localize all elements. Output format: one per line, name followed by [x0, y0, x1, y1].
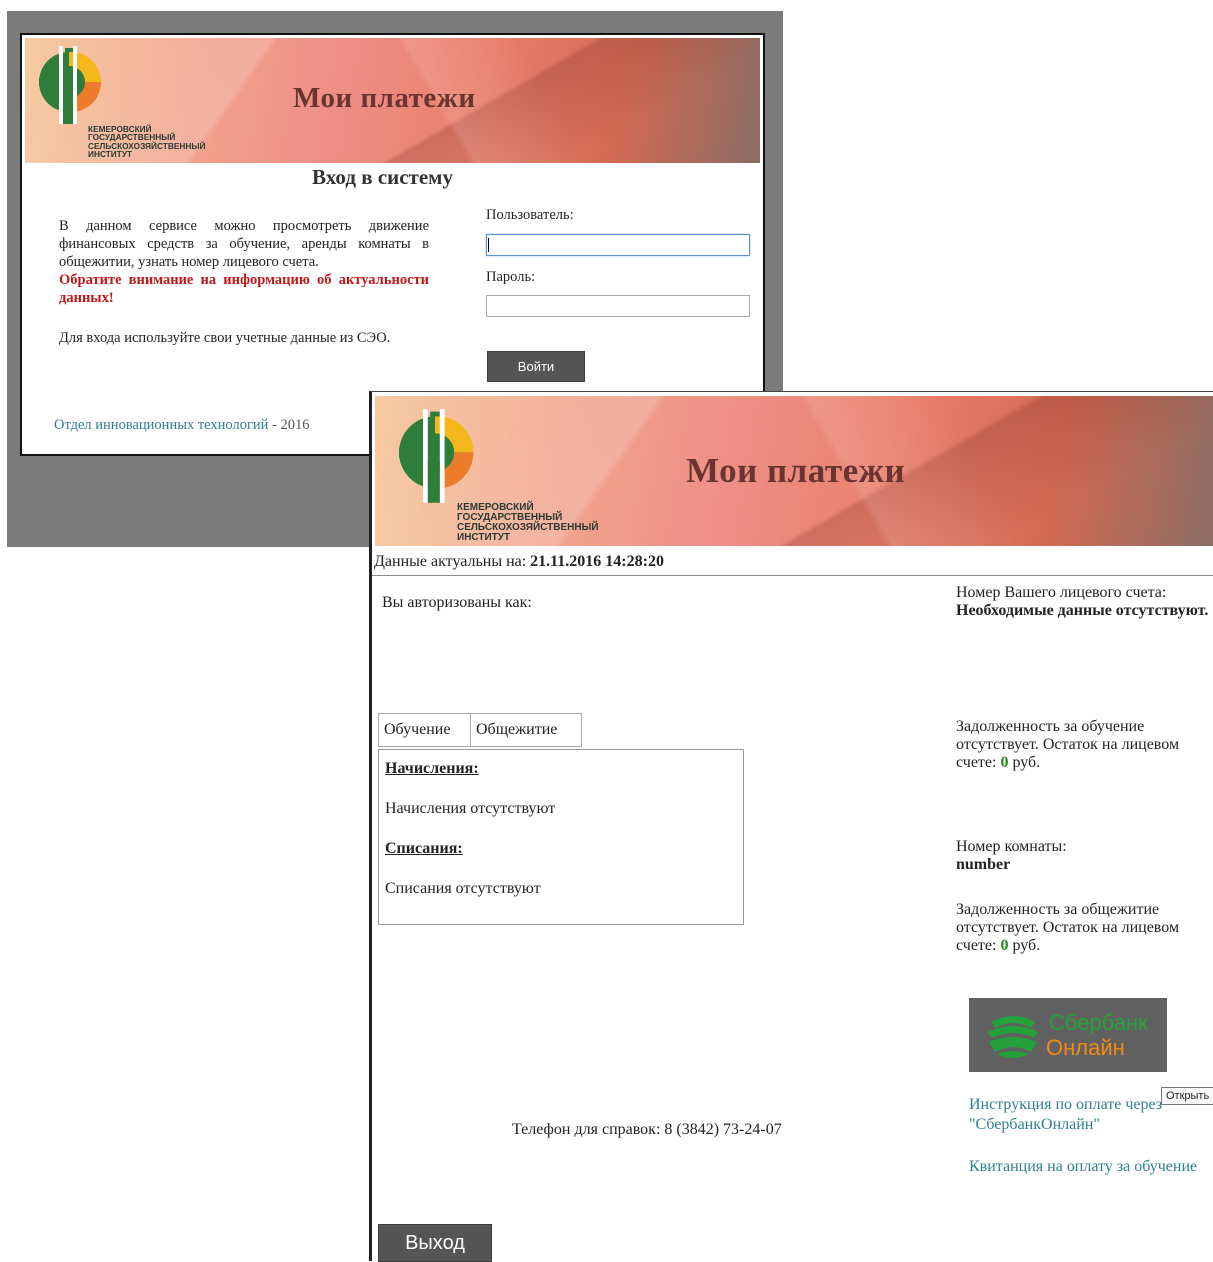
sberbank-logo-icon — [988, 1016, 1038, 1058]
charges-text: Начисления отсутствуют — [385, 800, 556, 817]
banner-title: Мои платежи — [293, 82, 476, 114]
tuition-receipt-link[interactable]: Квитанция на оплату за обучение — [969, 1157, 1199, 1177]
link-tooltip: Открыть — [1161, 1087, 1213, 1105]
education-debt-status: Задолженность за обучение отсутствует. О… — [956, 718, 1213, 772]
username-label: Пользователь: — [486, 207, 574, 223]
dormitory-currency: руб. — [1008, 937, 1041, 954]
password-label: Пароль: — [486, 269, 536, 285]
footer-year: - 2016 — [268, 417, 310, 433]
payments-window: КЕМЕРОВСКИЙ ГОСУДАРСТВЕННЫЙ СЕЛЬСКОХОЗЯЙ… — [369, 391, 1213, 1262]
tab-education[interactable]: Обучение — [378, 713, 472, 747]
tab-panel: Начисления: Начисления отсутствуют Списа… — [378, 749, 744, 925]
writeoffs-text: Списания отсутствуют — [385, 880, 541, 897]
writeoffs-title: Списания: — [385, 840, 463, 857]
service-description-text: В данном сервисе можно просмотреть движе… — [59, 218, 429, 270]
login-heading: Вход в систему — [312, 165, 453, 189]
dormitory-debt-status: Задолженность за общежитие отсутствует. … — [956, 901, 1213, 955]
login-header-banner: КЕМЕРОВСКИЙ ГОСУДАРСТВЕННЫЙ СЕЛЬСКОХОЗЯЙ… — [25, 38, 760, 163]
charges-title: Начисления: — [385, 760, 479, 777]
actuality-datetime: 21.11.2016 14:28:20 — [530, 553, 664, 570]
institute-logo-text: КЕМЕРОВСКИЙ ГОСУДАРСТВЕННЫЙ СЕЛЬСКОХОЗЯЙ… — [457, 502, 599, 543]
logout-button[interactable]: Выход — [378, 1224, 492, 1262]
it-department-link[interactable]: Отдел инновационных технологий — [54, 417, 268, 433]
account-number-value: Необходимые данные отсутствуют. — [956, 602, 1209, 619]
credentials-note: Для входа используйте свои учетные данны… — [59, 330, 391, 346]
actuality-label: Данные актуальны на: — [374, 553, 531, 570]
room-number-value: number — [956, 856, 1011, 873]
room-number-label: Номер комнаты: — [956, 838, 1067, 855]
login-button[interactable]: Войти — [487, 351, 585, 382]
institute-logo-icon — [39, 46, 102, 124]
help-phone: Телефон для справок: 8 (3842) 73-24-07 — [512, 1121, 782, 1138]
institute-logo-text: КЕМЕРОВСКИЙ ГОСУДАРСТВЕННЫЙ СЕЛЬСКОХОЗЯЙ… — [88, 124, 206, 159]
authorized-as-label: Вы авторизованы как: — [382, 594, 532, 611]
dormitory-debt-text: Задолженность за общежитие отсутствует. … — [956, 901, 1180, 954]
sberbank-logo-line2: Онлайн — [1046, 1035, 1125, 1060]
data-actuality-warning: Обратите внимание на информацию об актуа… — [59, 272, 429, 306]
data-actuality-line: Данные актуальны на: 21.11.2016 14:28:20 — [374, 553, 664, 571]
sberbank-online-button[interactable]: Сбербанк Онлайн — [969, 998, 1167, 1072]
sberbank-logo-line1: Сбербанк — [1049, 1010, 1148, 1035]
account-number-label: Номер Вашего лицевого счета: — [956, 584, 1167, 601]
password-input[interactable] — [486, 295, 750, 317]
login-description: В данном сервисе можно просмотреть движе… — [59, 217, 429, 307]
header-divider — [372, 575, 1213, 576]
login-footer: Отдел инновационных технологий - 2016 — [54, 417, 310, 434]
education-currency: руб. — [1008, 754, 1041, 771]
banner-title: Мои платежи — [686, 451, 906, 490]
payments-header-banner: КЕМЕРОВСКИЙ ГОСУДАРСТВЕННЫЙ СЕЛЬСКОХОЗЯЙ… — [375, 396, 1213, 546]
tab-dormitory[interactable]: Общежитие — [470, 713, 582, 747]
education-debt-text: Задолженность за обучение отсутствует. О… — [956, 718, 1180, 771]
text-caret — [488, 238, 489, 252]
room-number-block: Номер комнаты: number — [956, 838, 1213, 874]
account-number-block: Номер Вашего лицевого счета: Необходимые… — [956, 584, 1213, 620]
username-input[interactable] — [486, 234, 750, 256]
institute-logo-icon — [399, 409, 474, 503]
